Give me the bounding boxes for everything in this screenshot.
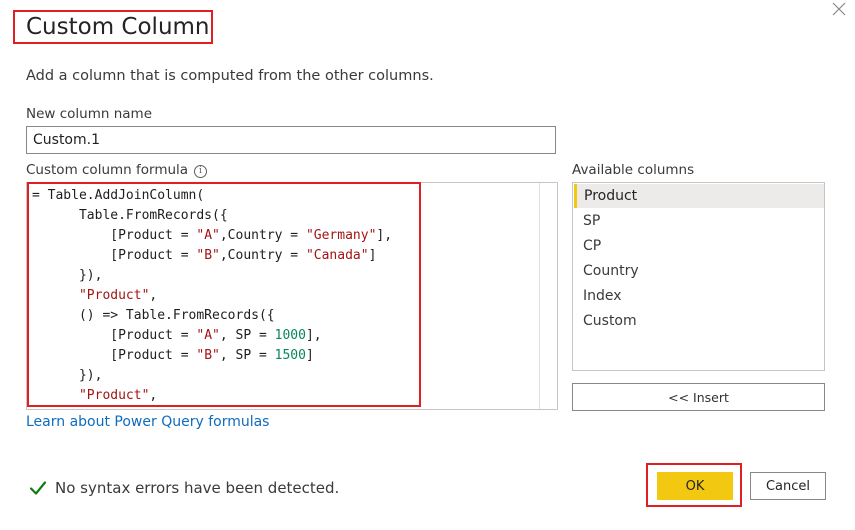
code-line: () => Table.FromRecords({ [32, 306, 392, 326]
code-line: }), [32, 366, 392, 386]
code-str-token: "A" [196, 228, 220, 243]
column-item-product[interactable]: Product [574, 184, 824, 208]
code-token: [Product = [32, 348, 197, 363]
formula-scrollbar[interactable] [539, 183, 557, 409]
code-token: }), [32, 368, 103, 383]
close-button[interactable] [828, 0, 850, 18]
code-line: [Product = "A",Country = "Germany"], [32, 226, 392, 246]
dialog-title: Custom Column [26, 14, 210, 40]
code-str-token: "B" [196, 348, 220, 363]
code-line: [Product = "A", SP = 1000], [32, 326, 392, 346]
code-num-token: 1000 [274, 328, 306, 343]
code-token: [Product = [32, 248, 197, 263]
code-token: ], [376, 228, 393, 243]
cancel-button[interactable]: Cancel [750, 472, 826, 500]
learn-formulas-link[interactable]: Learn about Power Query formulas [26, 414, 269, 430]
code-token: }), [32, 268, 103, 283]
code-token: [Product = [32, 328, 197, 343]
code-token: () => Table.FromRecords({ [32, 308, 275, 323]
code-str-token: "B" [196, 248, 220, 263]
checkmark-icon [29, 481, 47, 495]
available-columns-list[interactable]: Product SP CP Country Index Custom [572, 182, 825, 371]
code-str-token: "Germany" [305, 228, 377, 243]
code-str-token: "Canada" [305, 248, 369, 263]
code-str-token: "Product" [78, 288, 150, 303]
code-token: , [149, 388, 158, 403]
code-line: "Product", [32, 286, 392, 306]
insert-button[interactable]: << Insert [572, 383, 825, 411]
column-item-custom[interactable]: Custom [574, 309, 824, 333]
column-name-label: New column name [26, 106, 153, 122]
code-line: = Table.AddJoinColumn( [32, 186, 392, 206]
code-token: Table.FromRecords({ [32, 208, 228, 223]
code-line: [Product = "B", SP = 1500] [32, 346, 392, 366]
code-num-token: 1500 [274, 348, 306, 363]
code-token: ], [305, 328, 322, 343]
code-token: , [149, 288, 158, 303]
info-icon[interactable]: i [194, 165, 207, 178]
code-line: }), [32, 266, 392, 286]
dialog-description: Add a column that is computed from the o… [26, 68, 434, 84]
column-item-cp[interactable]: CP [574, 234, 824, 258]
code-token: , SP = [219, 328, 275, 343]
code-str-token: "Product" [78, 388, 150, 403]
code-line: [Product = "B",Country = "Canada"] [32, 246, 392, 266]
ok-button[interactable]: OK [657, 472, 733, 500]
code-line: "Product", [32, 386, 392, 406]
column-item-country[interactable]: Country [574, 259, 824, 283]
column-item-sp[interactable]: SP [574, 209, 824, 233]
code-line: Table.FromRecords({ [32, 206, 392, 226]
code-token: ,Country = [219, 228, 306, 243]
formula-code[interactable]: = Table.AddJoinColumn( Table.FromRecords… [32, 186, 392, 406]
status-message: No syntax errors have been detected. [55, 479, 340, 497]
code-token: = Table.AddJoinColumn( [32, 188, 205, 203]
available-columns-label: Available columns [572, 162, 695, 178]
close-icon [832, 2, 846, 16]
formula-label: Custom column formula [26, 162, 189, 178]
code-token: ,Country = [219, 248, 306, 263]
code-token: ] [368, 248, 377, 263]
code-token: ] [305, 348, 314, 363]
code-token: [Product = [32, 228, 197, 243]
column-name-input[interactable] [26, 126, 556, 154]
column-item-index[interactable]: Index [574, 284, 824, 308]
code-str-token: "A" [196, 328, 220, 343]
code-token: , SP = [219, 348, 275, 363]
